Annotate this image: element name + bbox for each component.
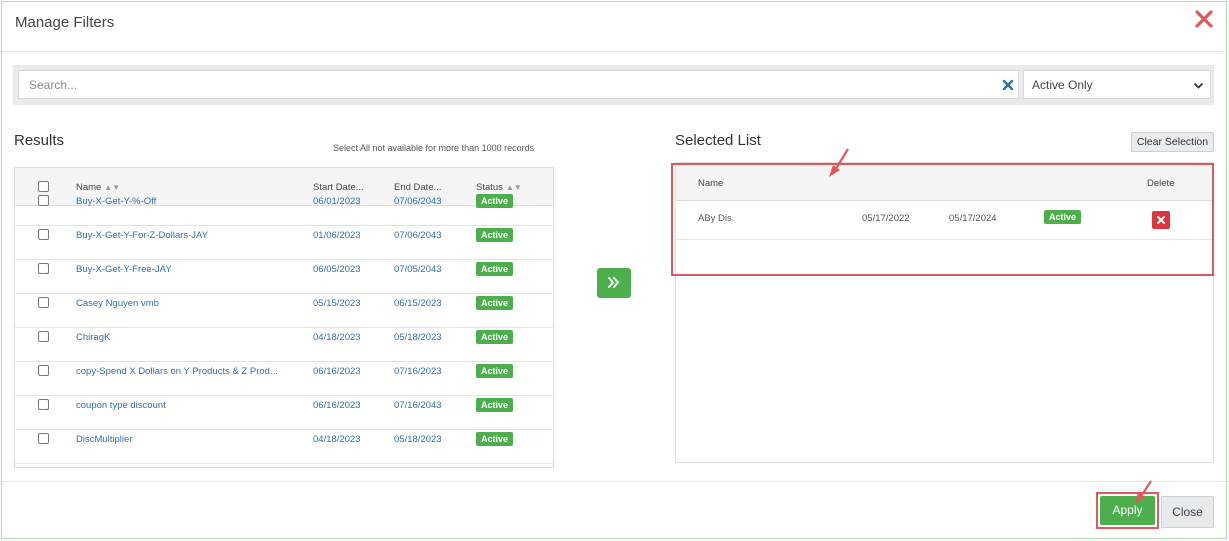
row-end-date: 07/06/2043: [394, 230, 442, 241]
row-checkbox[interactable]: [38, 331, 49, 342]
row-name-link[interactable]: Casey Nguyen vmb: [76, 298, 291, 309]
row-start-date: 06/16/2023: [313, 366, 361, 377]
selected-row: ABy Dis. 05/17/2022 05/17/2024 Active: [676, 201, 1213, 240]
status-badge: Active: [476, 262, 514, 276]
status-badge: Active: [476, 432, 514, 446]
apply-button[interactable]: Apply: [1100, 496, 1155, 525]
clear-search-icon[interactable]: [1002, 79, 1014, 91]
results-title: Results: [14, 132, 65, 149]
selected-end-date: 05/17/2024: [949, 213, 997, 224]
row-name-link[interactable]: DiscMultiplier: [76, 434, 291, 445]
results-table: Name ▲▼ Start Date... End Date... Status ▲…: [14, 167, 554, 468]
selected-header-row: Name Delete: [676, 163, 1213, 201]
status-badge: Active: [476, 364, 514, 378]
table-row: copy-Spend X Dollars on Y Products & Z P…: [15, 362, 553, 396]
table-row: Buy-X-Get-Y-Free-JAY 06/05/2023 07/05/2043…: [15, 260, 553, 294]
status-filter-select[interactable]: Active Only: [1023, 70, 1211, 99]
search-bar: Active Only: [13, 65, 1214, 105]
table-row: Casey Nguyen vmb 05/15/2023 06/15/2023 Acti…: [15, 294, 553, 328]
row-name-link[interactable]: Buy-X-Get-Y-Free-JAY: [76, 264, 291, 275]
select-all-checkbox[interactable]: [38, 181, 49, 192]
status-badge: Active: [476, 228, 514, 242]
selected-list-panel: Name Delete ABy Dis. 05/17/2022 05/17/20…: [675, 162, 1214, 463]
row-start-date: 06/05/2023: [313, 264, 361, 275]
column-header-name: Name: [698, 178, 724, 189]
row-checkbox[interactable]: [38, 433, 49, 444]
select-all-hint: Select All not available for more than 1…: [333, 143, 535, 153]
row-checkbox[interactable]: [38, 229, 49, 240]
double-chevron-right-icon: [608, 277, 620, 288]
row-end-date: 06/15/2023: [394, 298, 442, 309]
delete-x-icon: [1157, 216, 1165, 224]
table-row: ChiragK 04/18/2023 05/18/2023 Active: [15, 328, 553, 362]
close-icon[interactable]: [1194, 9, 1214, 29]
status-badge: Active: [476, 296, 514, 310]
search-input[interactable]: [18, 70, 1019, 99]
row-start-date: 04/18/2023: [313, 332, 361, 343]
table-row: Buy-X-Get-Y-%-Off 06/01/2023 07/06/2043 Act…: [15, 192, 553, 226]
row-end-date: 05/18/2023: [394, 434, 442, 445]
row-end-date: 05/18/2023: [394, 332, 442, 343]
row-name-link[interactable]: ChiragK: [76, 332, 291, 343]
row-start-date: 05/15/2023: [313, 298, 361, 309]
row-end-date: 07/16/2023: [394, 366, 442, 377]
row-checkbox[interactable]: [38, 365, 49, 376]
dialog-title: Manage Filters: [15, 14, 115, 31]
add-to-selected-button[interactable]: [597, 268, 631, 298]
row-end-date: 07/05/2043: [394, 264, 442, 275]
column-header-delete: Delete: [1147, 178, 1175, 189]
sort-icon: ▲▼: [505, 183, 522, 192]
row-name-link[interactable]: Buy-X-Get-Y-%-Off: [76, 196, 291, 207]
row-name-link[interactable]: coupon type discount: [76, 400, 291, 411]
table-row: Buy-X-Get-Y-For-Z-Dollars-JAY 01/06/2023 0…: [15, 226, 553, 260]
row-end-date: 07/16/2043: [394, 400, 442, 411]
chevron-down-icon: [1193, 82, 1204, 89]
clear-selection-button[interactable]: Clear Selection: [1131, 132, 1214, 152]
sort-icon: ▲▼: [104, 183, 121, 192]
close-button[interactable]: Close: [1161, 496, 1214, 528]
row-checkbox[interactable]: [38, 399, 49, 410]
row-start-date: 01/06/2023: [313, 230, 361, 241]
table-row: coupon type discount 06/16/2023 07/16/2043…: [15, 396, 553, 430]
status-badge: Active: [1044, 210, 1082, 224]
delete-button[interactable]: [1152, 211, 1170, 229]
status-badge: Active: [476, 330, 514, 344]
row-checkbox[interactable]: [38, 297, 49, 308]
row-end-date: 07/06/2043: [394, 196, 442, 207]
dialog-header: Manage Filters: [2, 2, 1226, 52]
selected-start-date: 05/17/2022: [862, 213, 910, 224]
status-badge: Active: [476, 194, 514, 208]
status-filter-value: Active Only: [1032, 78, 1093, 92]
selected-list-title: Selected List: [675, 132, 761, 149]
row-start-date: 06/01/2023: [313, 196, 361, 207]
row-checkbox[interactable]: [38, 195, 49, 206]
row-start-date: 06/16/2023: [313, 400, 361, 411]
row-checkbox[interactable]: [38, 263, 49, 274]
row-name-link[interactable]: Buy-X-Get-Y-For-Z-Dollars-JAY: [76, 230, 291, 241]
status-badge: Active: [476, 398, 514, 412]
table-row: DiscMultiplier 04/18/2023 05/18/2023 Active: [15, 430, 553, 464]
row-name-link[interactable]: copy-Spend X Dollars on Y Products & Z P…: [76, 366, 291, 377]
row-start-date: 04/18/2023: [313, 434, 361, 445]
footer-divider: [0, 481, 1229, 482]
selected-name: ABy Dis.: [698, 213, 735, 224]
